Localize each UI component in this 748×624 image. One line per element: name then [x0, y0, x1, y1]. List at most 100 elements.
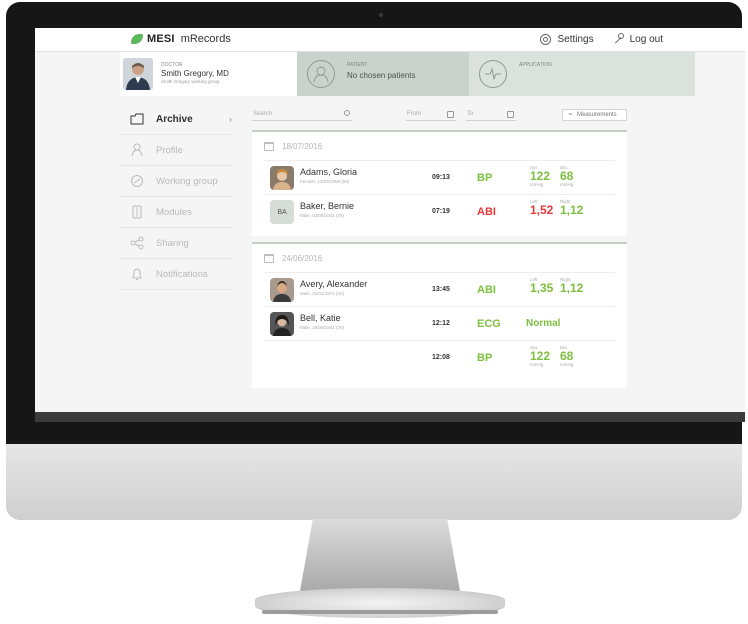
patient-info: Male, 28/09/1941 (76): [300, 325, 345, 330]
from-placeholder: From: [407, 111, 421, 117]
to-placeholder: To: [467, 111, 474, 117]
application-label: APPLICATION: [519, 62, 552, 68]
doctor-label: DOCTOR: [161, 62, 183, 68]
sidebar-item-profile[interactable]: Profile: [120, 135, 232, 166]
header-row: DOCTOR Smith Gregory, MD Smith Gregory w…: [120, 52, 695, 96]
patient-value: No chosen patients: [347, 71, 416, 80]
table-row[interactable]: Bell, Katie Male, 28/09/1941 (76) 12:12 …: [264, 306, 615, 340]
heartbeat-icon: [479, 60, 507, 88]
sidebar-item-label: Working group: [156, 175, 218, 187]
table-row[interactable]: Avery, Alexander Male, 22/01/1974 (43) 1…: [264, 272, 615, 306]
patient-name: Avery, Alexander: [300, 279, 368, 289]
patient-name: Adams, Gloria: [300, 167, 358, 177]
avatar: BA: [270, 200, 294, 224]
right-value: Right 1,12: [560, 199, 584, 217]
right-value: Right 1,12: [560, 277, 584, 295]
top-bar: MESI mRecords Settings Log out: [35, 28, 745, 52]
dia-value: Dia 68 mmHg: [560, 165, 574, 187]
sidebar-item-label: Modules: [156, 206, 192, 218]
monitor-stand: [300, 519, 460, 591]
bell-icon: [130, 267, 144, 281]
patient-name: Bell, Katie: [300, 313, 341, 323]
record-time: 12:08: [432, 354, 450, 361]
logout-button[interactable]: Log out: [612, 33, 663, 45]
settings-button[interactable]: Settings: [540, 33, 594, 45]
app-screen: MESI mRecords Settings Log out DOCTOR Sm…: [35, 28, 745, 412]
patient-info: Male, 03/09/1941 (76): [300, 213, 345, 218]
group-date: 18/07/2016: [282, 141, 323, 151]
date-to-input[interactable]: To: [466, 109, 516, 121]
record-type: ECG: [477, 318, 501, 330]
share-icon: [130, 236, 144, 250]
person-icon: [307, 60, 335, 88]
record-time: 09:13: [432, 174, 450, 181]
doctor-group: Smith Gregory working group: [161, 79, 220, 84]
calendar-icon: [264, 253, 274, 263]
record-time: 07:19: [432, 208, 450, 215]
device-icon: [130, 205, 144, 219]
brand-name: MESI: [147, 33, 175, 45]
left-value: Left 1,35: [530, 277, 554, 295]
link-icon: [130, 174, 144, 188]
avatar: [270, 278, 294, 302]
record-time: 12:12: [432, 320, 450, 327]
patient-label: PATIENT: [347, 62, 368, 68]
table-row[interactable]: Adams, Gloria Female, 12/03/1958 (59) 09…: [264, 160, 615, 194]
person-icon: [130, 143, 144, 157]
patient-info: Female, 12/03/1958 (59): [300, 179, 350, 184]
record-type: BP: [477, 172, 493, 184]
record-type: BP: [477, 352, 493, 364]
brand-subtitle: mRecords: [180, 33, 231, 45]
sys-value: Sys 122 mmHg: [530, 345, 551, 367]
avatar: [270, 166, 294, 190]
taskbar: [35, 412, 745, 422]
top-actions: Settings Log out: [540, 33, 663, 45]
search-input[interactable]: Search: [252, 109, 352, 121]
logout-label: Log out: [629, 33, 663, 45]
table-row[interactable]: BA Baker, Bernie Male, 03/09/1941 (76) 0…: [264, 194, 615, 228]
camera-icon: [379, 13, 383, 17]
sidebar-item-archive[interactable]: Archive ›: [120, 104, 232, 135]
record-type: ABI: [477, 284, 496, 296]
filter-bar: Search From To Measurements: [252, 108, 627, 121]
sidebar-nav: Archive › Profile Working group Modules: [120, 104, 232, 290]
chevron-right-icon: ›: [229, 114, 232, 124]
sidebar-item-label: Sharing: [156, 237, 189, 249]
sidebar-item-label: Profile: [156, 144, 183, 156]
table-row[interactable]: 12:08 BP Sys 122 mmHg Dia 68 mmHg: [264, 340, 615, 374]
settings-label: Settings: [557, 33, 594, 45]
key-icon: [612, 33, 624, 45]
sidebar-item-label: Archive: [156, 113, 193, 125]
date-from-input[interactable]: From: [406, 109, 456, 121]
monitor-foot-edge: [262, 610, 498, 614]
monitor-chin: [6, 444, 742, 520]
left-value: Left 1,52: [530, 199, 554, 217]
date-group: 24/06/2016 Avery, Alexander Male, 22/01/…: [252, 242, 627, 388]
doctor-card[interactable]: DOCTOR Smith Gregory, MD Smith Gregory w…: [120, 52, 297, 96]
search-placeholder: Search: [253, 111, 273, 117]
leaf-icon: [131, 34, 143, 44]
group-date: 24/06/2016: [282, 253, 323, 263]
avatar: [270, 312, 294, 336]
sidebar-item-notifications[interactable]: Notifications: [120, 259, 232, 290]
sidebar-item-label: Notifications: [156, 268, 208, 280]
gear-icon: [540, 33, 552, 45]
record-time: 13:45: [432, 286, 450, 293]
doctor-name: Smith Gregory, MD: [161, 69, 229, 78]
ecg-result: Normal: [526, 318, 561, 329]
group-date-row: 18/07/2016: [252, 132, 627, 160]
search-icon: [344, 110, 350, 116]
date-group: 18/07/2016 Adams, Gloria Female, 12/03/1…: [252, 130, 627, 236]
patient-name: Baker, Bernie: [300, 201, 355, 211]
sidebar-item-modules[interactable]: Modules: [120, 197, 232, 228]
group-date-row: 24/06/2016: [252, 244, 627, 272]
calendar-icon: [447, 111, 454, 118]
record-type: ABI: [477, 206, 496, 218]
doctor-avatar: [123, 58, 153, 90]
sidebar-item-working-group[interactable]: Working group: [120, 166, 232, 197]
measurements-dropdown[interactable]: Measurements: [562, 108, 627, 121]
patient-card[interactable]: PATIENT No chosen patients: [297, 52, 469, 96]
application-card[interactable]: APPLICATION: [469, 52, 695, 96]
sidebar-item-sharing[interactable]: Sharing: [120, 228, 232, 259]
brand-logo[interactable]: MESI mRecords: [131, 33, 231, 45]
